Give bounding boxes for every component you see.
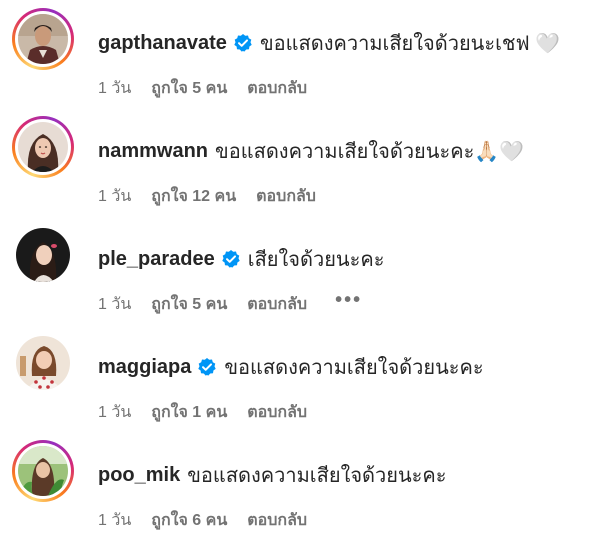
comment-meta: 1 วัน ถูกใจ 5 คน ตอบกลับ ••• bbox=[98, 289, 362, 317]
comment-body: poo_mik ขอแสดงความเสียใจด้วยนะคะ bbox=[98, 460, 447, 490]
avatar[interactable] bbox=[12, 440, 74, 502]
comment-body: maggiapa ขอแสดงความเสียใจด้วยนะคะ bbox=[98, 352, 484, 382]
woman-dark-background-avatar-icon bbox=[16, 228, 70, 282]
comment-meta: 1 วัน ถูกใจ 1 คน ตอบกลับ bbox=[98, 400, 307, 424]
comment-text: ขอแสดงความเสียใจด้วยนะคะ🙏🏻🤍 bbox=[215, 141, 525, 163]
avatar[interactable] bbox=[12, 116, 74, 178]
comment-likes-link[interactable]: ถูกใจ 12 คน bbox=[151, 184, 236, 209]
comment-likes-link[interactable]: ถูกใจ 5 คน bbox=[151, 76, 227, 101]
comment-time: 1 วัน bbox=[98, 511, 132, 529]
comment-time: 1 วัน bbox=[98, 79, 132, 97]
comment-text: เสียใจด้วยนะคะ bbox=[247, 249, 385, 271]
comment-item: nammwann ขอแสดงความเสียใจด้วยนะคะ🙏🏻🤍 1 ว… bbox=[0, 116, 600, 216]
comment-likes-link[interactable]: ถูกใจ 1 คน bbox=[151, 400, 227, 425]
more-options-icon[interactable]: ••• bbox=[335, 289, 362, 312]
avatar[interactable] bbox=[12, 8, 74, 70]
man-in-suit-avatar-icon bbox=[18, 14, 68, 64]
reply-button[interactable]: ตอบกลับ bbox=[247, 76, 307, 101]
reply-button[interactable]: ตอบกลับ bbox=[247, 400, 307, 425]
comment-time: 1 วัน bbox=[98, 187, 132, 205]
comment-body: nammwann ขอแสดงความเสียใจด้วยนะคะ🙏🏻🤍 bbox=[98, 136, 524, 166]
comment-likes-link[interactable]: ถูกใจ 5 คน bbox=[151, 292, 227, 317]
verified-badge-icon bbox=[233, 33, 253, 53]
comment-body: gapthanavate ขอแสดงความเสียใจด้วยนะเชฟ 🤍 bbox=[98, 28, 560, 58]
avatar[interactable] bbox=[12, 224, 74, 286]
reply-button[interactable]: ตอบกลับ bbox=[247, 508, 307, 533]
comment-item: maggiapa ขอแสดงความเสียใจด้วยนะคะ 1 วัน … bbox=[0, 332, 600, 432]
comment-meta: 1 วัน ถูกใจ 5 คน ตอบกลับ bbox=[98, 76, 307, 100]
comment-text: ขอแสดงความเสียใจด้วยนะเชฟ 🤍 bbox=[259, 33, 561, 55]
verified-badge-icon bbox=[221, 249, 241, 269]
comment-time: 1 วัน bbox=[98, 403, 132, 421]
reply-button[interactable]: ตอบกลับ bbox=[256, 184, 316, 209]
comment-text: ขอแสดงความเสียใจด้วยนะคะ bbox=[224, 357, 484, 379]
comment-meta: 1 วัน ถูกใจ 12 คน ตอบกลับ bbox=[98, 184, 316, 208]
comment-item: ple_paradee เสียใจด้วยนะคะ 1 วัน ถูกใจ 5… bbox=[0, 224, 600, 324]
comment-time: 1 วัน bbox=[98, 295, 132, 313]
comment-meta: 1 วัน ถูกใจ 6 คน ตอบกลับ bbox=[98, 508, 307, 532]
comment-username[interactable]: nammwann bbox=[98, 140, 208, 163]
woman-polka-dot-avatar-icon bbox=[16, 336, 70, 390]
comment-likes-link[interactable]: ถูกใจ 6 คน bbox=[151, 508, 227, 533]
comment-text: ขอแสดงความเสียใจด้วยนะคะ bbox=[187, 465, 447, 487]
verified-badge-icon bbox=[197, 357, 217, 377]
comment-item: poo_mik ขอแสดงความเสียใจด้วยนะคะ 1 วัน ถ… bbox=[0, 440, 600, 540]
avatar[interactable] bbox=[12, 332, 74, 394]
comment-username[interactable]: gapthanavate bbox=[98, 32, 227, 55]
comment-username[interactable]: poo_mik bbox=[98, 464, 180, 487]
comment-username[interactable]: maggiapa bbox=[98, 356, 191, 379]
comment-body: ple_paradee เสียใจด้วยนะคะ bbox=[98, 244, 384, 274]
woman-portrait-avatar-icon bbox=[18, 122, 68, 172]
comment-username[interactable]: ple_paradee bbox=[98, 248, 215, 271]
woman-green-plant-avatar-icon bbox=[18, 446, 68, 496]
comment-item: gapthanavate ขอแสดงความเสียใจด้วยนะเชฟ 🤍… bbox=[0, 8, 600, 108]
reply-button[interactable]: ตอบกลับ bbox=[247, 292, 307, 317]
